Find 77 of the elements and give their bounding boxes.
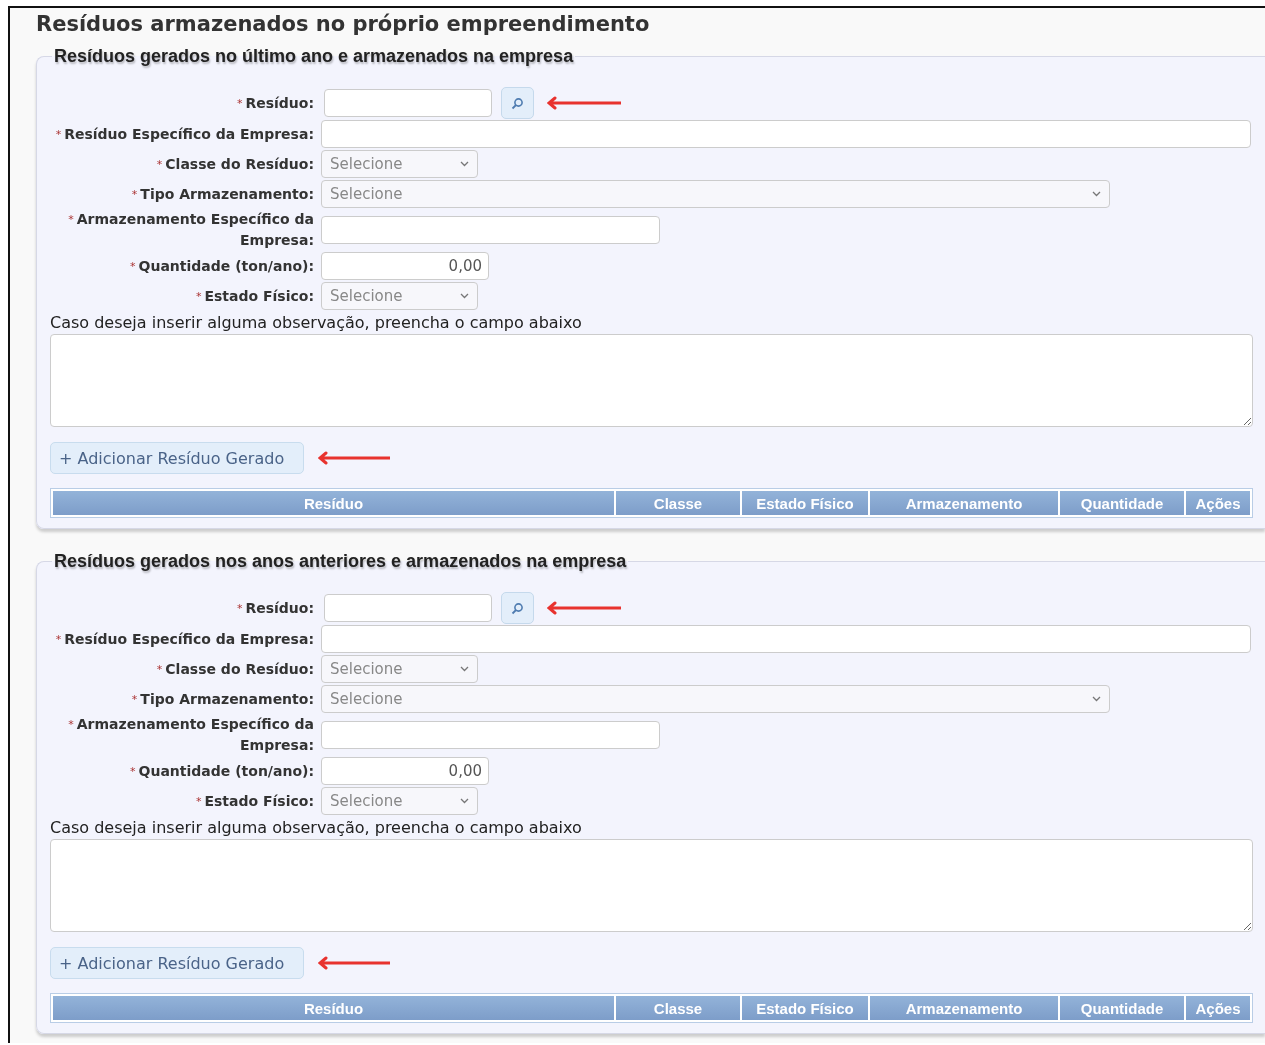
column-header: Resíduo <box>53 996 614 1020</box>
field-label: Estado Físico: <box>204 287 314 304</box>
text-field[interactable] <box>321 216 660 244</box>
section-legend: Resíduos gerados nos anos anteriores e armazenados na empresa <box>52 551 629 572</box>
quantity-field[interactable]: 0,00 <box>321 252 489 280</box>
chevron-down-icon <box>460 666 469 672</box>
field-label: Armazenamento Específico da Empresa: <box>76 716 314 753</box>
search-icon <box>511 96 524 110</box>
observation-hint: Caso deseja inserir alguma observação, preencha o campo abaixo <box>50 818 583 837</box>
required-asterisk: * <box>130 259 136 273</box>
search-button[interactable] <box>501 87 534 119</box>
required-asterisk: * <box>195 794 202 808</box>
arrow-left-icon <box>547 601 621 615</box>
select-field[interactable]: Selecione <box>321 655 478 683</box>
column-header: Armazenamento <box>870 996 1058 1020</box>
text-field[interactable] <box>321 625 1251 653</box>
page-title: Resíduos armazenados no próprio empreendimento <box>36 11 651 36</box>
column-header: Resíduo <box>53 491 614 515</box>
column-header: Ações <box>1186 491 1250 515</box>
required-asterisk: * <box>156 157 163 171</box>
column-header: Quantidade <box>1060 491 1184 515</box>
field-label: Quantidade (ton/ano): <box>138 762 314 779</box>
required-asterisk: * <box>55 127 62 141</box>
field-label: Resíduo: <box>245 599 314 616</box>
search-icon <box>511 601 524 615</box>
observation-textarea[interactable] <box>50 334 1253 427</box>
add-residue-button[interactable]: + Adicionar Resíduo Gerado <box>50 442 304 474</box>
field-label: Classe do Resíduo: <box>165 660 314 677</box>
residue-field[interactable] <box>324 89 492 117</box>
required-asterisk: * <box>236 601 243 615</box>
chevron-down-icon <box>460 293 469 299</box>
field-label: Armazenamento Específico da Empresa: <box>76 211 314 248</box>
chevron-down-icon <box>460 798 469 804</box>
column-header: Quantidade <box>1060 996 1184 1020</box>
observation-textarea[interactable] <box>50 839 1253 932</box>
text-field[interactable] <box>321 721 660 749</box>
select-field[interactable]: Selecione <box>321 685 1110 713</box>
required-asterisk: * <box>68 213 74 226</box>
column-header: Armazenamento <box>870 491 1058 515</box>
required-asterisk: * <box>131 187 138 201</box>
column-header: Classe <box>616 491 740 515</box>
select-field[interactable]: Selecione <box>321 787 478 815</box>
required-asterisk: * <box>195 289 202 303</box>
required-asterisk: * <box>68 718 74 731</box>
text-field[interactable] <box>321 120 1251 148</box>
quantity-field[interactable]: 0,00 <box>321 757 489 785</box>
select-field[interactable]: Selecione <box>321 282 478 310</box>
field-label: Tipo Armazenamento: <box>140 185 314 202</box>
chevron-down-icon <box>1092 191 1101 197</box>
required-asterisk: * <box>55 632 62 646</box>
field-label: Resíduo: <box>245 94 314 111</box>
chevron-down-icon <box>1092 696 1101 702</box>
column-header: Estado Físico <box>742 996 868 1020</box>
section-legend: Resíduos gerados no último ano e armazenados na empresa <box>52 46 576 67</box>
required-asterisk: * <box>156 662 163 676</box>
arrow-left-icon <box>547 96 621 110</box>
select-field[interactable]: Selecione <box>321 150 478 178</box>
column-header: Ações <box>1186 996 1250 1020</box>
chevron-down-icon <box>460 161 469 167</box>
required-asterisk: * <box>131 692 138 706</box>
field-label: Resíduo Específico da Empresa: <box>64 125 314 142</box>
column-header: Classe <box>616 996 740 1020</box>
field-label: Tipo Armazenamento: <box>140 690 314 707</box>
required-asterisk: * <box>130 764 136 778</box>
field-label: Classe do Resíduo: <box>165 155 314 172</box>
column-header: Estado Físico <box>742 491 868 515</box>
select-field[interactable]: Selecione <box>321 180 1110 208</box>
observation-hint: Caso deseja inserir alguma observação, preencha o campo abaixo <box>50 313 583 332</box>
search-button[interactable] <box>501 592 534 624</box>
field-label: Quantidade (ton/ano): <box>138 257 314 274</box>
residue-field[interactable] <box>324 594 492 622</box>
field-label: Resíduo Específico da Empresa: <box>64 630 314 647</box>
arrow-left-icon <box>318 956 390 970</box>
arrow-left-icon <box>318 451 390 465</box>
required-asterisk: * <box>236 96 243 110</box>
add-residue-button[interactable]: + Adicionar Resíduo Gerado <box>50 947 304 979</box>
field-label: Estado Físico: <box>204 792 314 809</box>
